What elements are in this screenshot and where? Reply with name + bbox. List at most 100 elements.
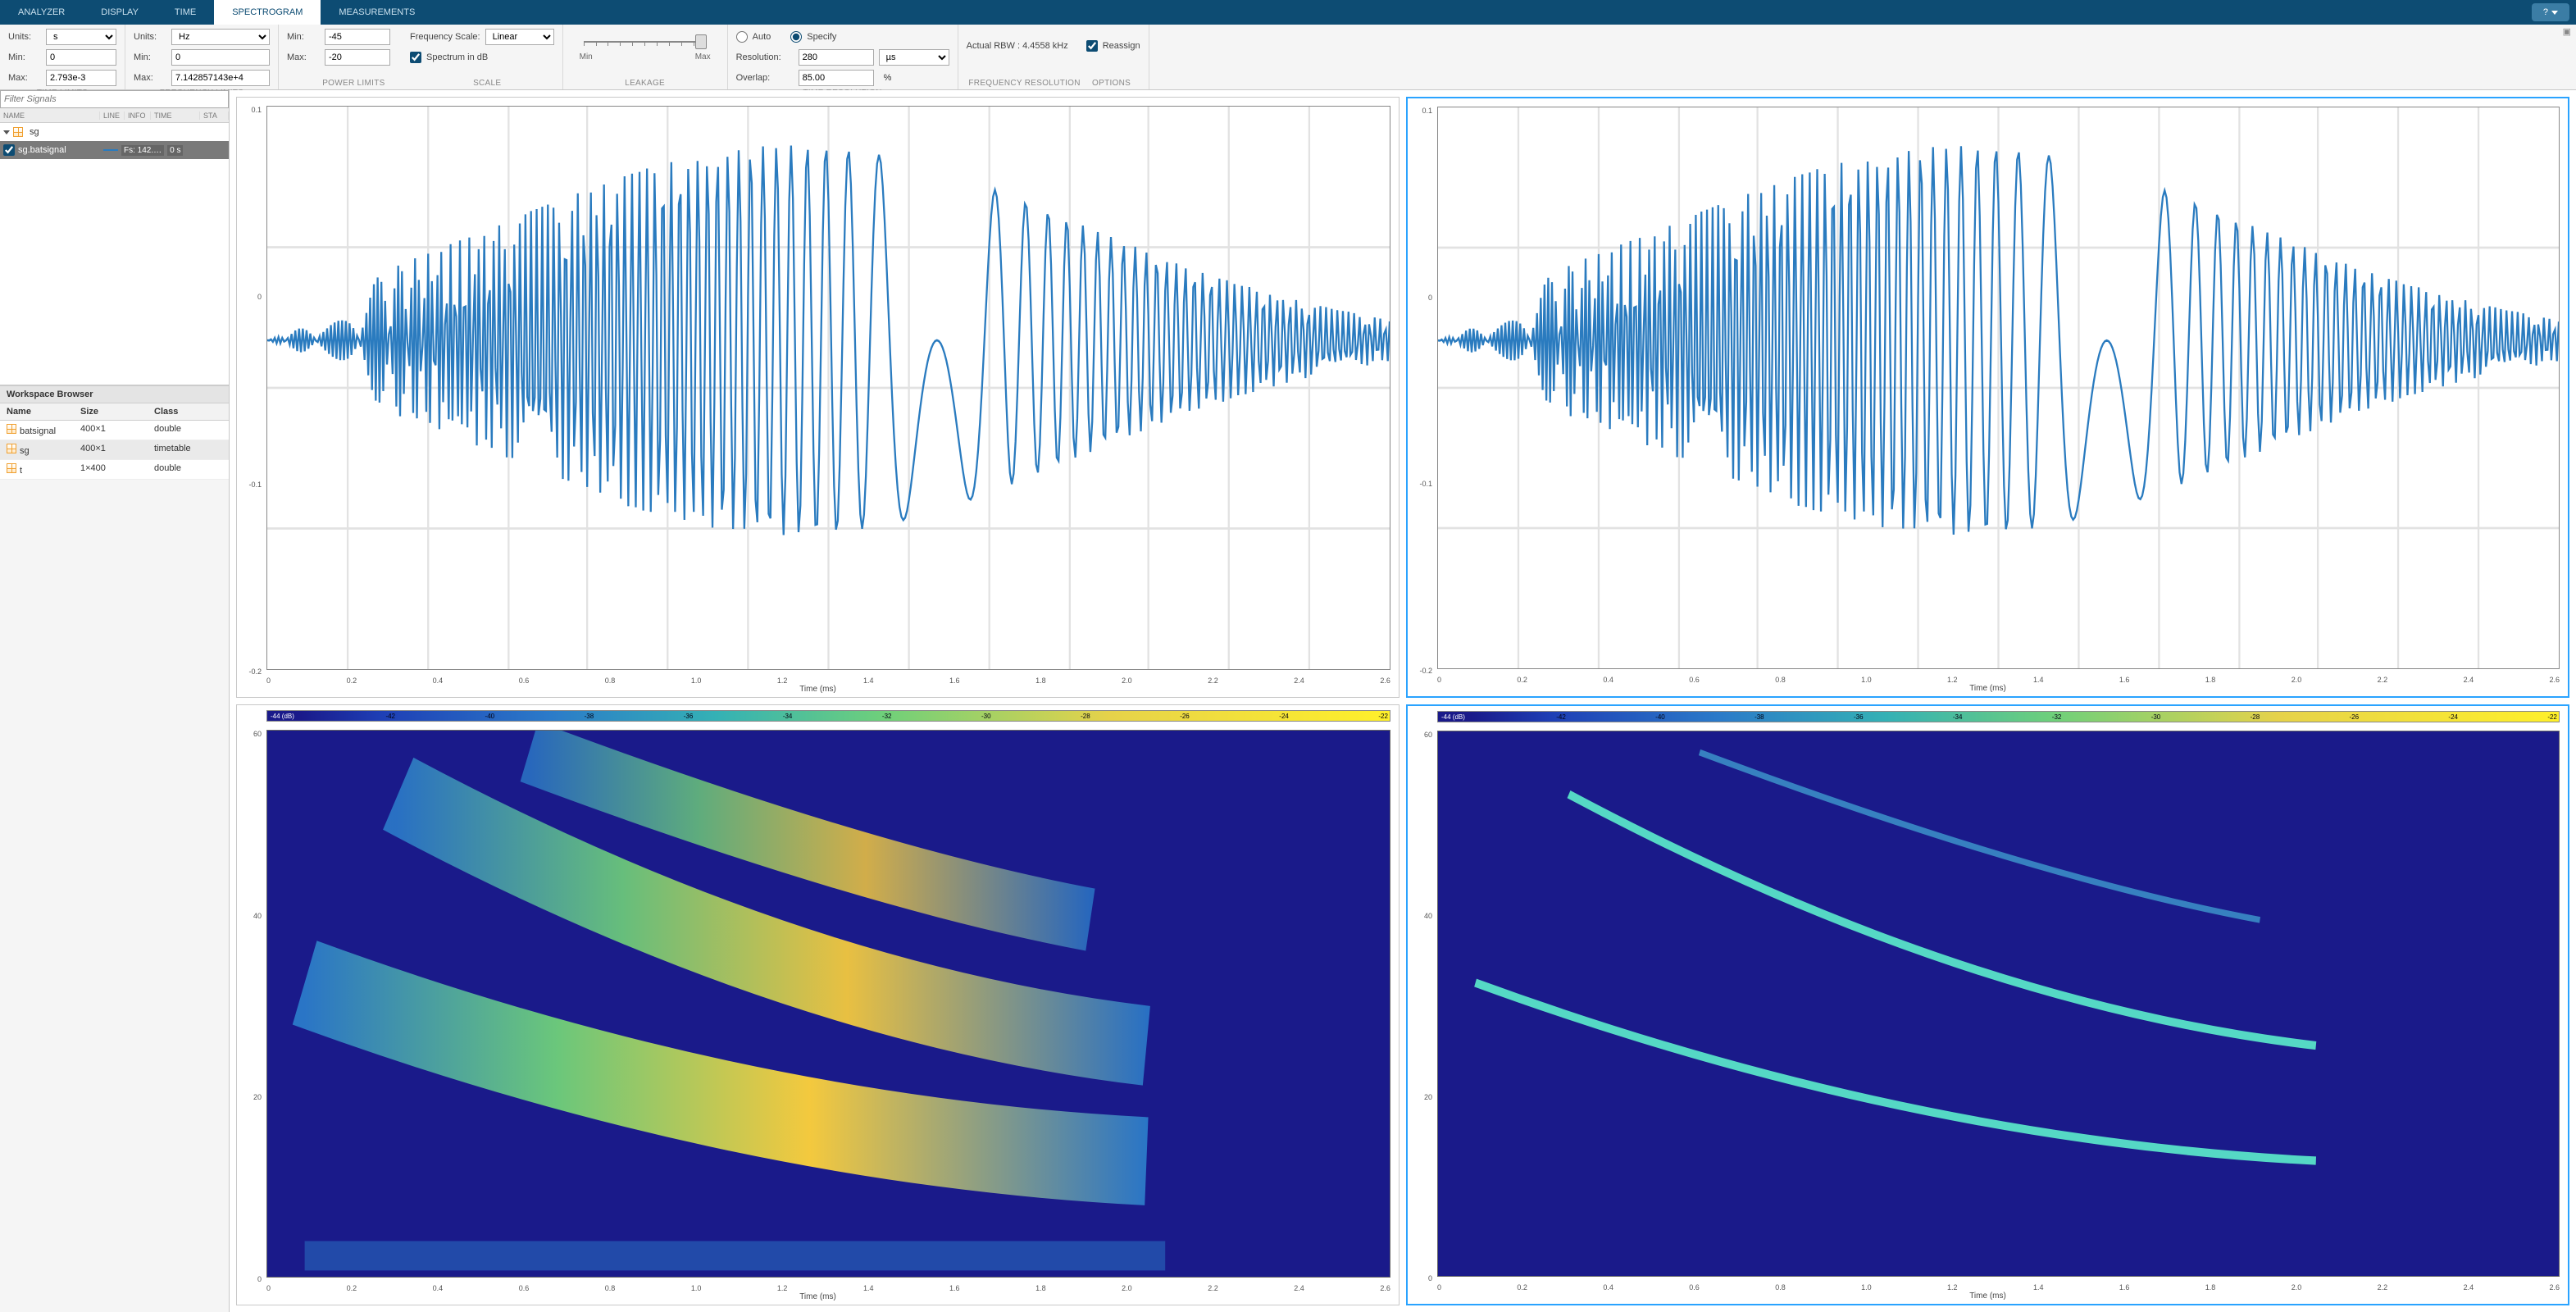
line-color-chip-icon[interactable] (103, 149, 118, 151)
colorbar-min-label: -44 (dB) (1440, 713, 1467, 721)
freq-units-select[interactable]: Hz (171, 29, 270, 45)
tab-analyzer[interactable]: ANALYZER (0, 0, 83, 25)
tree-child-row[interactable]: sg.batsignal Fs: 142.… 0 s (0, 141, 229, 159)
colorbar: -44 (dB) -42-40-38-36-34-32-30-28-26-24-… (1437, 711, 2560, 722)
toolstrip-expand-icon[interactable]: ▣ (2558, 25, 2576, 89)
help-button[interactable]: ? (2532, 3, 2569, 21)
ws-row[interactable]: sg 400×1 timetable (0, 440, 229, 460)
y-ticks: 0.10-0.1-0.2 (237, 106, 265, 676)
leakage-slider[interactable] (584, 33, 707, 51)
time-min-label: Min: (8, 52, 41, 62)
spectrum-db-checkbox[interactable] (410, 52, 421, 63)
group-time-resolution: Auto Specify Resolution: µs Overlap: % T… (728, 25, 958, 89)
tree-child-label: sg.batsignal (18, 145, 100, 155)
freq-min-input[interactable] (171, 49, 270, 66)
ws-var-class: double (148, 421, 229, 440)
auto-label: Auto (753, 32, 771, 42)
power-max-label: Max: (287, 52, 320, 62)
leakage-caption: LEAKAGE (571, 77, 719, 88)
ws-var-size: 400×1 (74, 421, 148, 440)
overlap-input[interactable] (799, 70, 874, 86)
time-units-select[interactable]: s (46, 29, 116, 45)
power-min-label: Min: (287, 32, 320, 42)
tab-spectrogram[interactable]: SPECTROGRAM (214, 0, 321, 25)
ws-var-size: 400×1 (74, 440, 148, 459)
resolution-unit-select[interactable]: µs (879, 49, 949, 66)
col-star[interactable]: STA (200, 112, 229, 120)
spectrogram-toolstrip: Units: s Min: Max: TIME LIMITS Units: Hz… (0, 25, 2576, 90)
freq-max-input[interactable] (171, 70, 270, 86)
ws-col-size[interactable]: Size (74, 403, 148, 420)
time-max-input[interactable] (46, 70, 116, 86)
tab-time[interactable]: TIME (157, 0, 214, 25)
freq-min-label: Min: (134, 52, 166, 62)
ws-var-name: batsignal (20, 426, 56, 436)
ws-var-size: 1×400 (74, 460, 148, 479)
spectrum-db-label: Spectrum in dB (426, 52, 488, 62)
spectrogram-axes[interactable] (266, 730, 1390, 1278)
waveform-axes[interactable] (1437, 107, 2560, 669)
ws-col-class[interactable]: Class (148, 403, 229, 420)
auto-radio[interactable] (736, 31, 748, 43)
col-name[interactable]: NAME (0, 112, 100, 120)
x-axis-label: Time (ms) (1408, 684, 2568, 696)
filter-signals-input[interactable] (0, 90, 229, 108)
leakage-max-label: Max (695, 52, 711, 61)
ws-var-name: t (20, 466, 22, 476)
scale-caption: SCALE (421, 77, 554, 88)
chevron-down-icon[interactable] (3, 130, 10, 134)
spectrogram-panel-1[interactable]: -44 (dB) -42-40-38-36-34-32-30-28-26-24-… (236, 704, 1400, 1305)
ws-col-name[interactable]: Name (0, 403, 74, 420)
signal-visibility-checkbox[interactable] (3, 144, 15, 156)
time-max-label: Max: (8, 73, 41, 83)
ws-row[interactable]: batsignal 400×1 double (0, 421, 229, 440)
signal-tree: sg sg.batsignal Fs: 142.… 0 s (0, 123, 229, 385)
tab-measurements[interactable]: MEASUREMENTS (321, 0, 433, 25)
reassign-checkbox[interactable] (1086, 40, 1098, 52)
x-axis-label: Time (ms) (237, 1292, 1399, 1305)
time-min-input[interactable] (46, 49, 116, 66)
timetable-icon (7, 444, 16, 453)
main-tab-strip: ANALYZER DISPLAY TIME SPECTROGRAM MEASUR… (0, 0, 2576, 25)
ws-row[interactable]: t 1×400 double (0, 460, 229, 480)
signal-start-badge: 0 s (167, 145, 183, 156)
y-ticks: 0.10-0.1-0.2 (1408, 107, 1436, 675)
freqscale-label: Frequency Scale: (410, 32, 480, 42)
resolution-input[interactable] (799, 49, 874, 66)
ws-var-class: double (148, 460, 229, 479)
col-time[interactable]: TIME (151, 112, 200, 120)
specify-radio[interactable] (790, 31, 802, 43)
freq-units-label: Units: (134, 32, 166, 42)
ws-var-name: sg (20, 446, 30, 456)
waveform-panel-1[interactable]: 0.10-0.1-0.2 00.20.40.60.81.01.21.41.61.… (236, 97, 1400, 698)
spectrogram-axes[interactable] (1437, 731, 2560, 1277)
tab-display[interactable]: DISPLAY (83, 0, 157, 25)
tree-root-row[interactable]: sg (0, 123, 229, 141)
workspace-columns: Name Size Class (0, 403, 229, 421)
power-min-input[interactable] (325, 29, 390, 45)
variable-icon (7, 463, 16, 473)
waveform-axes[interactable] (266, 106, 1390, 670)
col-line[interactable]: LINE (100, 112, 125, 120)
col-info[interactable]: INFO (125, 112, 151, 120)
power-max-input[interactable] (325, 49, 390, 66)
freq-max-label: Max: (134, 73, 166, 83)
workspace-browser-header: Workspace Browser (0, 385, 229, 403)
x-axis-label: Time (ms) (237, 685, 1399, 697)
group-freq-resolution: Actual RBW : 4.4558 kHz Reassign FREQUEN… (958, 25, 1149, 89)
x-ticks: 00.20.40.60.81.01.21.41.61.82.02.22.42.6 (1437, 676, 2560, 684)
spectrogram-panel-2[interactable]: -44 (dB) -42-40-38-36-34-32-30-28-26-24-… (1406, 704, 2569, 1305)
x-ticks: 00.20.40.60.81.01.21.41.61.82.02.22.42.6 (1437, 1283, 2560, 1292)
freqscale-select[interactable]: Linear (485, 29, 554, 45)
time-units-label: Units: (8, 32, 41, 42)
leakage-min-label: Min (580, 52, 593, 61)
waveform-panel-2[interactable]: 0.10-0.1-0.2 00.20.40.60.81.01.21.41.61.… (1406, 97, 2569, 698)
slider-thumb-icon[interactable] (695, 34, 707, 49)
overlap-label: Overlap: (736, 73, 794, 83)
variable-icon (13, 127, 23, 137)
plot-grid: 0.10-0.1-0.2 00.20.40.60.81.01.21.41.61.… (230, 90, 2576, 1312)
tree-root-label: sg (30, 127, 39, 137)
x-axis-label: Time (ms) (1408, 1292, 2568, 1304)
group-time-limits: Units: s Min: Max: TIME LIMITS (0, 25, 125, 89)
colorbar-min-label: -44 (dB) (269, 713, 296, 720)
